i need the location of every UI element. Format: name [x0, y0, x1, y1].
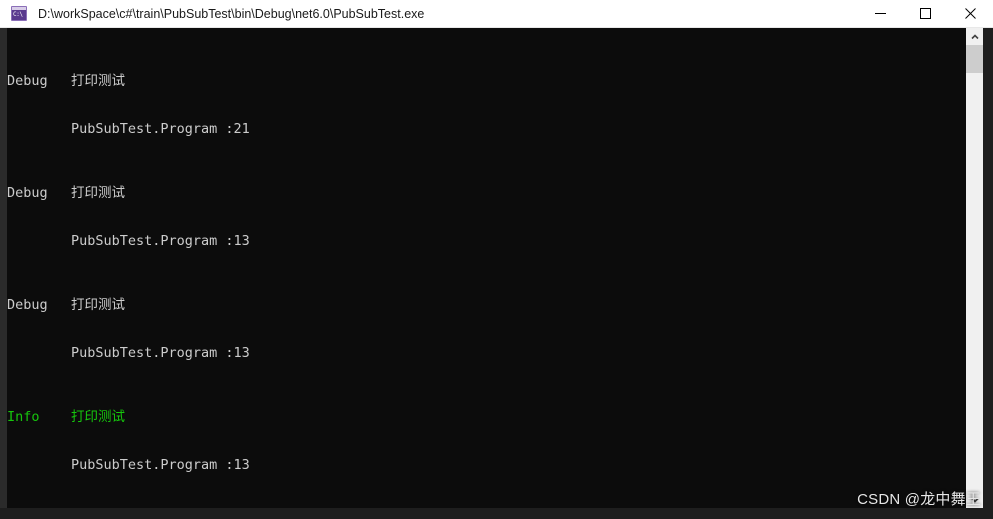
console-scrollbar[interactable]: [966, 28, 983, 508]
console-log-list: Debug 打印测试 PubSubTest.Program :21 Debug 打印…: [7, 28, 962, 508]
console-left-border: [0, 28, 7, 508]
close-button[interactable]: [948, 0, 993, 28]
title-bar[interactable]: D:\workSpace\c#\train\PubSubTest\bin\Deb…: [0, 0, 993, 28]
log-source: PubSubTest.Program :13: [71, 233, 250, 249]
console-right-edge: [983, 28, 993, 508]
log-message: 打印测试: [71, 185, 125, 201]
log-message: 打印测试: [71, 409, 125, 425]
log-source: PubSubTest.Program :21: [71, 121, 250, 137]
maximize-icon: [920, 8, 931, 19]
log-level-label: Debug: [7, 297, 48, 313]
log-level-label: Info: [7, 409, 40, 425]
log-level-label: Debug: [7, 185, 48, 201]
log-line: Debug 打印测试: [7, 73, 962, 89]
log-source: PubSubTest.Program :13: [71, 345, 250, 361]
log-message: 打印测试: [71, 73, 125, 89]
scroll-up-button[interactable]: [966, 28, 983, 45]
close-icon: [965, 8, 976, 19]
log-source: PubSubTest.Program :13: [71, 457, 250, 473]
log-line: Info 打印测试: [7, 409, 962, 425]
window-title: D:\workSpace\c#\train\PubSubTest\bin\Deb…: [38, 6, 425, 21]
csdn-watermark: CSDN @龙中舞王: [857, 491, 981, 508]
console-output-area[interactable]: Debug 打印测试 PubSubTest.Program :21 Debug 打印…: [0, 28, 993, 508]
editor-code-line-strip[interactable]: 24 ■ │ · · · LogHelper.Log("打印测试", LogLe…: [0, 507, 993, 519]
log-message: 打印测试: [71, 297, 125, 313]
chevron-up-icon: [970, 33, 979, 39]
log-line: Debug 打印测试: [7, 297, 962, 313]
console-cmd-icon: [11, 6, 27, 21]
minimize-icon: [875, 13, 886, 14]
console-window: D:\workSpace\c#\train\PubSubTest\bin\Deb…: [0, 0, 993, 508]
minimize-button[interactable]: [858, 0, 903, 28]
maximize-button[interactable]: [903, 0, 948, 28]
scroll-thumb[interactable]: [966, 45, 983, 73]
window-controls: [858, 0, 993, 28]
log-line: Debug 打印测试: [7, 185, 962, 201]
log-level-label: Debug: [7, 73, 48, 89]
